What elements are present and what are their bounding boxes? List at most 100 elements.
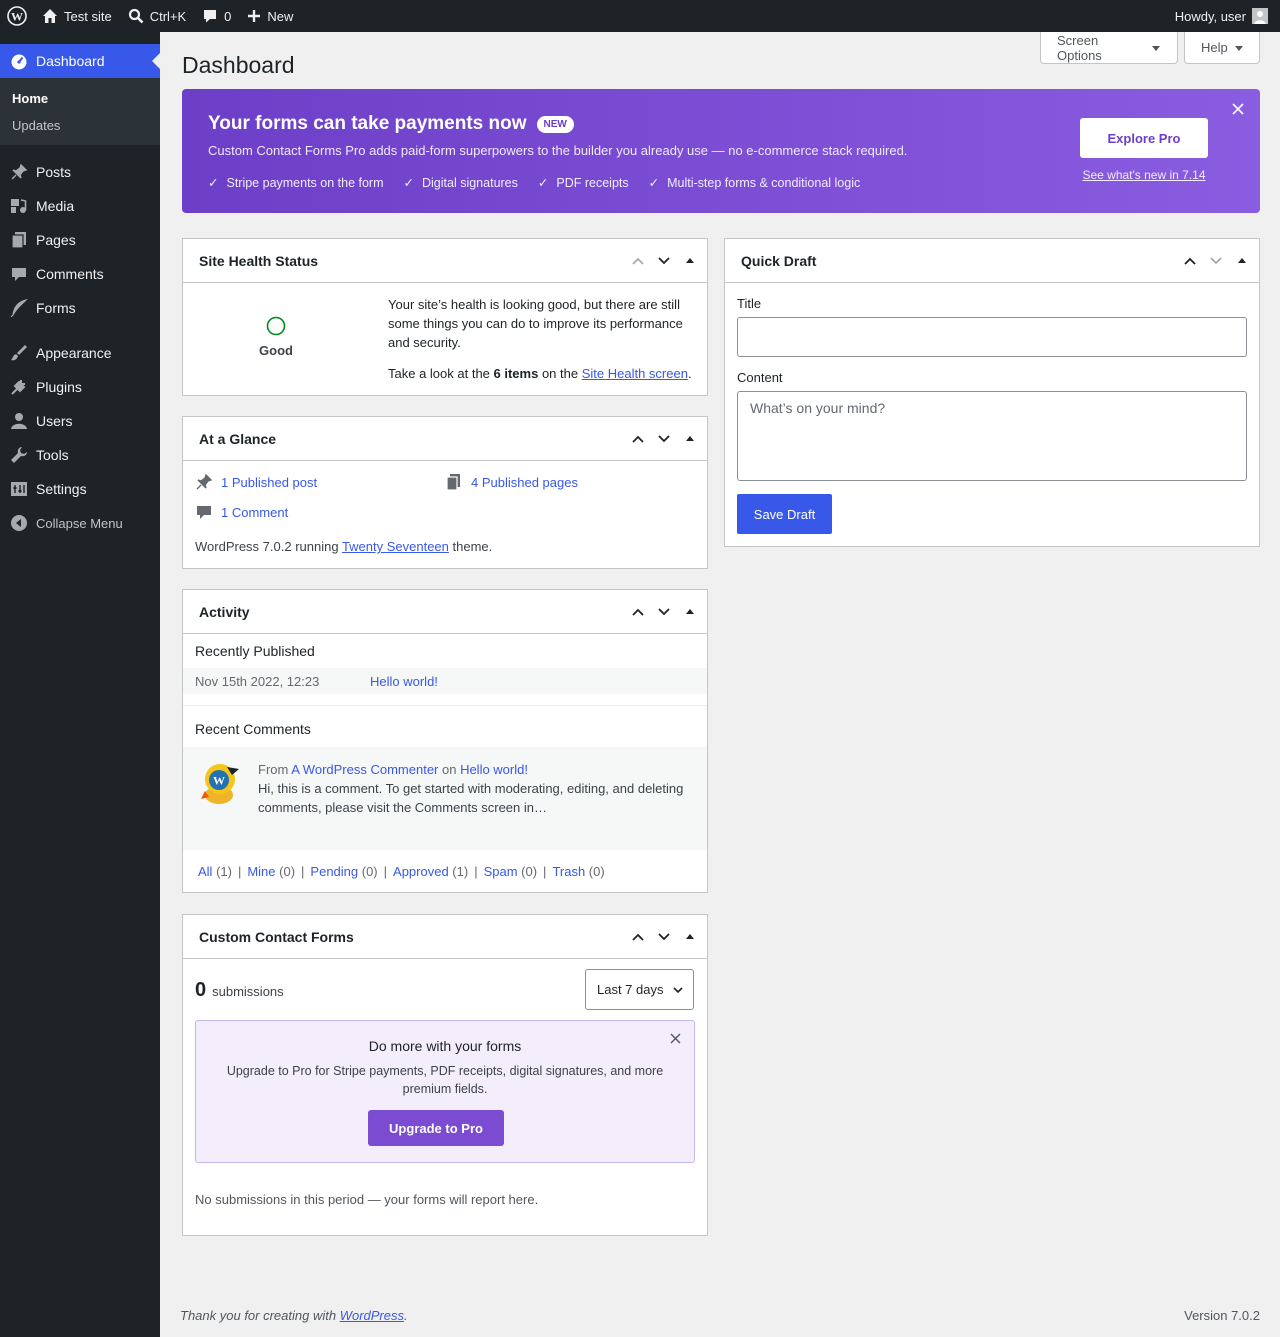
theme-link[interactable]: Twenty Seventeen xyxy=(342,539,449,554)
content-label: Content xyxy=(737,370,783,385)
caret-down-icon xyxy=(1151,43,1161,53)
help-button[interactable]: Help xyxy=(1184,32,1260,64)
move-up-icon[interactable] xyxy=(629,430,647,448)
sidebar-item-pages[interactable]: Pages xyxy=(0,223,160,257)
pro-promo-banner: Your forms can take payments now NEW Cust… xyxy=(182,89,1260,213)
comment-content: From A WordPress Commenter on Hello worl… xyxy=(258,760,698,817)
dashboard-submenu: Home Updates xyxy=(0,78,160,145)
sidebar-item-users[interactable]: Users xyxy=(0,404,160,438)
comment-icon xyxy=(202,8,218,24)
filter-mine[interactable]: Mine (0) xyxy=(247,864,295,879)
settings-icon xyxy=(10,480,28,498)
filter-approved[interactable]: Approved (1) xyxy=(393,864,468,879)
comment-row: W From A WordPress Commenter on Hello wo… xyxy=(183,747,707,850)
filter-trash[interactable]: Trash (0) xyxy=(552,864,604,879)
chevron-down-icon xyxy=(672,984,684,996)
published-pages-link[interactable]: 4 Published pages xyxy=(445,473,578,491)
submenu-updates[interactable]: Updates xyxy=(0,112,160,139)
user-icon xyxy=(10,412,28,430)
explore-pro-button[interactable]: Explore Pro xyxy=(1080,118,1208,158)
collapse-menu-button[interactable]: Collapse Menu xyxy=(0,506,160,540)
feature-item: ✓ Multi-step forms & conditional logic xyxy=(648,176,861,190)
avatar xyxy=(1252,8,1268,24)
toggle-panel-icon[interactable] xyxy=(681,603,699,621)
move-down-icon[interactable] xyxy=(1207,252,1225,270)
new-badge: NEW xyxy=(536,115,574,133)
pro-upsell-box: Do more with your forms Upgrade to Pro f… xyxy=(195,1020,695,1163)
close-icon[interactable] xyxy=(1230,101,1246,117)
check-icon: ✓ xyxy=(648,176,660,190)
banner-features: ✓ Stripe payments on the form ✓ Digital si… xyxy=(208,175,860,190)
whats-new-link[interactable]: See what's new in 7.14 xyxy=(1080,168,1208,182)
commenter-link[interactable]: A WordPress Commenter xyxy=(291,762,438,777)
comment-post-link[interactable]: Hello world! xyxy=(460,762,528,777)
site-health-link[interactable]: Site Health screen xyxy=(582,366,688,381)
sidebar-item-media[interactable]: Media xyxy=(0,189,160,223)
save-draft-button[interactable]: Save Draft xyxy=(737,494,832,534)
sidebar-item-settings[interactable]: Settings xyxy=(0,472,160,506)
widget-header: Custom Contact Forms xyxy=(183,915,707,959)
search-link[interactable]: Ctrl+K xyxy=(120,0,194,32)
footer-thanks: Thank you for creating with WordPress. xyxy=(180,1308,408,1323)
title-label: Title xyxy=(737,296,762,311)
filter-spam[interactable]: Spam (0) xyxy=(484,864,537,879)
wordpress-link[interactable]: WordPress xyxy=(340,1308,404,1323)
upgrade-to-pro-button[interactable]: Upgrade to Pro xyxy=(368,1110,504,1146)
comment-filters: All (1) | Mine (0) | Pending (0) | Approved… xyxy=(198,864,605,879)
widget-header: Activity xyxy=(183,590,707,634)
move-down-icon[interactable] xyxy=(655,430,673,448)
activity-widget: Activity Recently Published Nov 15th 202… xyxy=(182,589,708,893)
my-account-link[interactable]: Howdy, user xyxy=(1167,0,1280,32)
pin-icon xyxy=(10,163,28,181)
svg-text:W: W xyxy=(11,10,23,24)
footer-version: Version 7.0.2 xyxy=(1184,1308,1260,1323)
filter-pending[interactable]: Pending (0) xyxy=(310,864,377,879)
sidebar-item-posts[interactable]: Posts xyxy=(0,155,160,189)
feature-item: ✓ Stripe payments on the form xyxy=(208,176,384,190)
toggle-panel-icon[interactable] xyxy=(681,252,699,270)
move-up-icon[interactable] xyxy=(629,928,647,946)
quick-draft-widget: Quick Draft Title Content Save Draft xyxy=(724,238,1260,547)
comment-meta: From A WordPress Commenter on Hello worl… xyxy=(258,762,528,777)
sidebar-item-dashboard[interactable]: Dashboard xyxy=(0,44,160,78)
move-up-icon[interactable] xyxy=(629,252,647,270)
feature-item: ✓ PDF receipts xyxy=(537,176,629,190)
svg-text:W: W xyxy=(213,774,225,788)
comments-link[interactable]: 0 xyxy=(194,0,239,32)
move-down-icon[interactable] xyxy=(655,928,673,946)
sidebar-item-appearance[interactable]: Appearance xyxy=(0,336,160,370)
toggle-panel-icon[interactable] xyxy=(681,928,699,946)
new-content-link[interactable]: New xyxy=(239,0,301,32)
admin-sidebar: Dashboard Home Updates Posts Media Pages… xyxy=(0,32,160,1337)
pages-icon xyxy=(10,231,28,249)
move-down-icon[interactable] xyxy=(655,252,673,270)
plug-icon xyxy=(10,378,28,396)
published-posts-link[interactable]: 1 Published post xyxy=(195,473,317,491)
draft-content-textarea[interactable] xyxy=(737,391,1247,481)
sidebar-item-forms[interactable]: Forms xyxy=(0,291,160,325)
sidebar-item-tools[interactable]: Tools xyxy=(0,438,160,472)
toggle-panel-icon[interactable] xyxy=(1233,252,1251,270)
health-status-label: Good xyxy=(259,343,293,358)
move-up-icon[interactable] xyxy=(629,603,647,621)
toggle-panel-icon[interactable] xyxy=(681,430,699,448)
screen-options-button[interactable]: Screen Options xyxy=(1040,32,1178,64)
move-up-icon[interactable] xyxy=(1181,252,1199,270)
submenu-home[interactable]: Home xyxy=(0,85,160,112)
published-post-link[interactable]: Hello world! xyxy=(370,674,438,689)
check-icon: ✓ xyxy=(208,176,219,190)
site-health-widget: Site Health Status Good Your site’s heal… xyxy=(182,238,708,396)
comment-icon xyxy=(10,265,28,283)
comments-count-link[interactable]: 1 Comment xyxy=(195,503,288,521)
sidebar-item-comments[interactable]: Comments xyxy=(0,257,160,291)
date-range-select[interactable]: Last 7 days xyxy=(585,969,694,1010)
filter-all[interactable]: All (1) xyxy=(198,864,232,879)
upsell-title: Do more with your forms xyxy=(368,1038,522,1054)
sidebar-item-plugins[interactable]: Plugins xyxy=(0,370,160,404)
wordpress-logo-icon[interactable]: W xyxy=(0,0,34,32)
move-down-icon[interactable] xyxy=(655,603,673,621)
custom-contact-forms-widget: Custom Contact Forms 0 submissions Last … xyxy=(182,914,708,1236)
site-name-link[interactable]: Test site xyxy=(34,0,120,32)
home-icon xyxy=(42,8,58,24)
draft-title-input[interactable] xyxy=(737,317,1247,357)
